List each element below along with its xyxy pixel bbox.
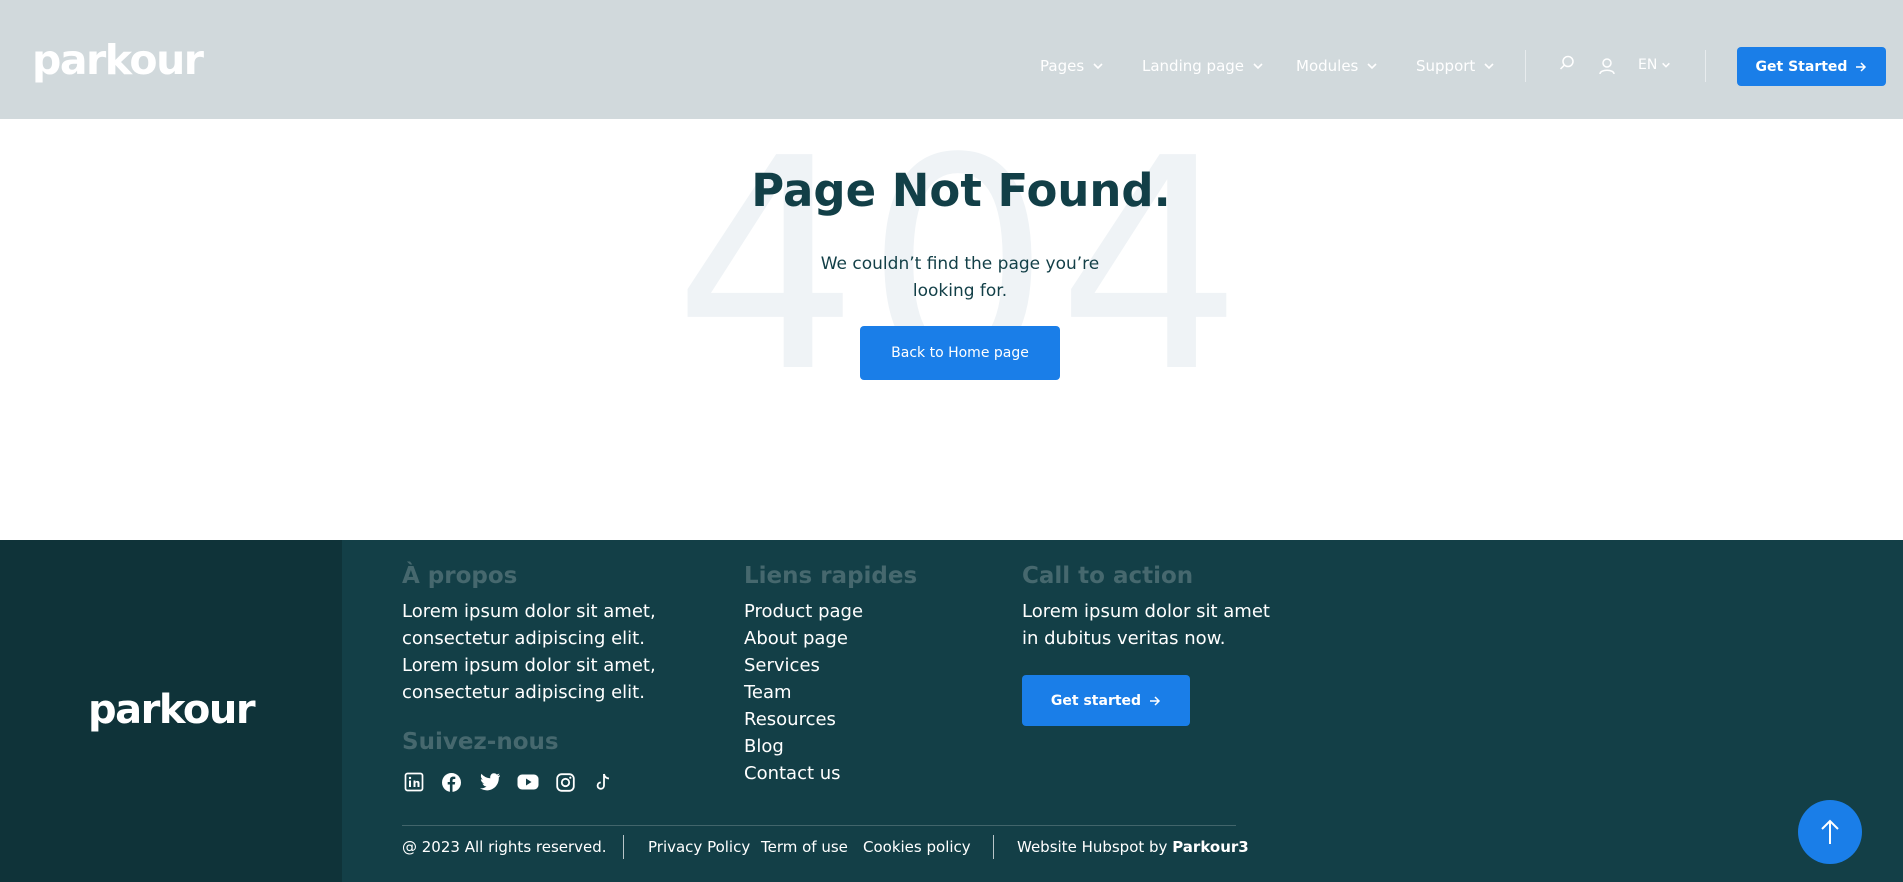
footer-divider xyxy=(402,825,1236,826)
footer-link-team[interactable]: Team xyxy=(744,679,863,706)
nav-item-label: Landing page xyxy=(1142,57,1245,75)
scroll-to-top-button[interactable] xyxy=(1798,800,1862,864)
back-home-label: Back to Home page xyxy=(891,345,1029,361)
linkedin-icon[interactable] xyxy=(402,772,425,792)
quick-links-heading: Liens rapides xyxy=(744,563,918,589)
cta-text: Lorem ipsum dolor sit amet in dubitus ve… xyxy=(1022,601,1270,649)
header-logo[interactable]: parkour xyxy=(32,40,204,81)
chevron-down-icon xyxy=(1662,62,1671,68)
back-home-button[interactable]: Back to Home page xyxy=(860,326,1060,380)
footer-link-about-page[interactable]: About page xyxy=(744,625,863,652)
footer-link-resources[interactable]: Resources xyxy=(744,706,863,733)
header-divider xyxy=(1525,50,1526,82)
terms-of-use-link[interactable]: Term of use xyxy=(761,837,848,857)
page-title: Page Not Found. xyxy=(751,164,1171,217)
youtube-icon[interactable] xyxy=(516,772,539,792)
footer-link-blog[interactable]: Blog xyxy=(744,733,863,760)
get-started-label: Get Started xyxy=(1755,58,1848,75)
user-icon[interactable] xyxy=(1598,57,1616,75)
instagram-icon[interactable] xyxy=(554,772,577,792)
facebook-icon[interactable] xyxy=(440,772,463,792)
arrow-right-icon xyxy=(1856,61,1867,72)
page-subtitle: We couldn’t find the page you’re looking… xyxy=(820,254,1100,301)
footer-link-services[interactable]: Services xyxy=(744,652,863,679)
tiktok-icon[interactable] xyxy=(592,772,615,792)
nav-item-pages[interactable]: Pages xyxy=(1040,57,1104,75)
footer-separator xyxy=(993,835,994,859)
arrow-up-icon xyxy=(1821,819,1839,844)
twitter-icon[interactable] xyxy=(478,772,501,792)
footer-logo[interactable]: parkour xyxy=(88,690,256,730)
get-started-button[interactable]: Get Started xyxy=(1737,47,1886,86)
search-icon[interactable] xyxy=(1558,54,1576,72)
nav-item-modules[interactable]: Modules xyxy=(1296,57,1378,75)
about-heading: À propos xyxy=(402,563,518,589)
credit-text: Website Hubspot by Parkour3 xyxy=(1017,837,1249,857)
credit-prefix: Website Hubspot by xyxy=(1017,838,1168,856)
quick-links-list: Product page About page Services Team Re… xyxy=(744,598,863,787)
nav-item-label: Modules xyxy=(1296,57,1359,75)
nav-item-label: Pages xyxy=(1040,57,1085,75)
language-selector[interactable]: EN xyxy=(1638,57,1671,73)
chevron-down-icon xyxy=(1093,63,1103,70)
arrow-right-icon xyxy=(1150,695,1161,706)
footer-link-contact-us[interactable]: Contact us xyxy=(744,760,863,787)
footer-get-started-label: Get started xyxy=(1050,692,1142,709)
cta-heading: Call to action xyxy=(1022,563,1194,589)
chevron-down-icon xyxy=(1253,63,1263,70)
credit-name[interactable]: Parkour3 xyxy=(1172,838,1249,856)
cookies-policy-link[interactable]: Cookies policy xyxy=(863,837,971,857)
privacy-policy-link[interactable]: Privacy Policy xyxy=(648,837,750,857)
nav-item-landing-page[interactable]: Landing page xyxy=(1142,57,1264,75)
nav-item-label: Support xyxy=(1416,57,1476,75)
about-text: Lorem ipsum dolor sit amet, consectetur … xyxy=(402,601,656,703)
follow-heading: Suivez-nous xyxy=(402,729,559,755)
language-label: EN xyxy=(1638,57,1658,73)
header-divider xyxy=(1705,50,1706,82)
footer-get-started-button[interactable]: Get started xyxy=(1022,675,1190,726)
footer-link-product-page[interactable]: Product page xyxy=(744,598,863,625)
chevron-down-icon xyxy=(1367,63,1377,70)
social-links xyxy=(402,772,615,792)
chevron-down-icon xyxy=(1484,63,1494,70)
copyright-text: @ 2023 All rights reserved. xyxy=(402,838,607,856)
nav-item-support[interactable]: Support xyxy=(1416,57,1495,75)
footer-separator xyxy=(623,835,624,859)
